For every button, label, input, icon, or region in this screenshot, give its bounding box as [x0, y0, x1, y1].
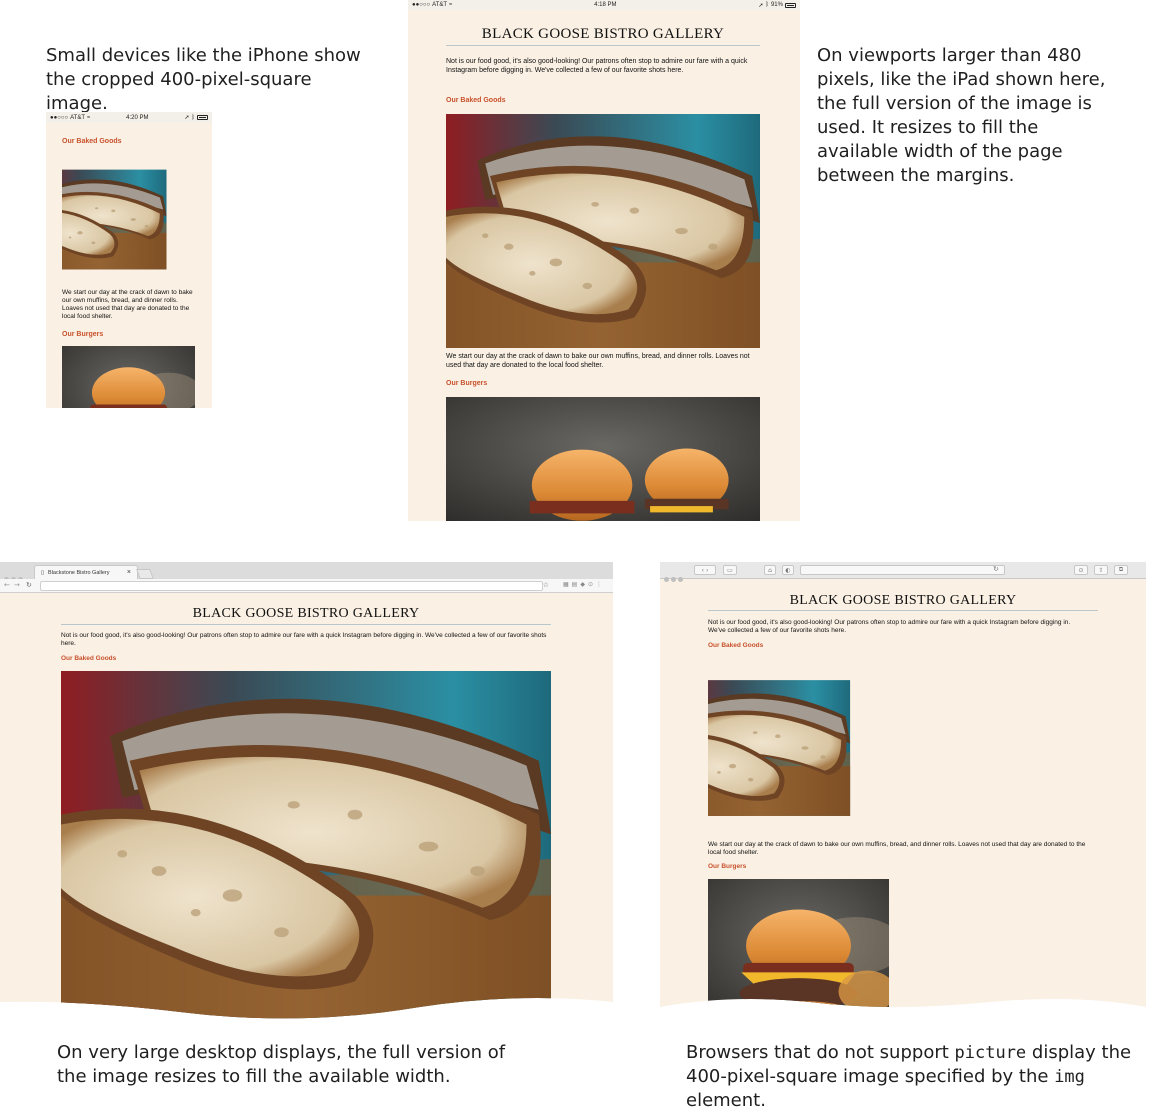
new-tab-button[interactable]: [136, 569, 154, 579]
star-icon[interactable]: ☆: [543, 581, 549, 589]
battery-icon: [784, 2, 796, 8]
fallback-page-title: BLACK GOOSE BISTRO GALLERY: [789, 593, 1017, 608]
img-code: img: [1054, 1067, 1085, 1087]
share-icon[interactable]: ⇧: [1094, 565, 1108, 575]
fallback-title-rule: [708, 610, 1098, 611]
iphone-baked-heading: Our Baked Goods: [62, 138, 122, 145]
fallback-caption: Browsers that do not support picture dis…: [686, 1041, 1146, 1113]
ipad-screen: ●●○○○ AT&T ≈ 4:18 PM ➚ ᛒ 91% BLACK GOOSE BIS…: [408, 0, 800, 521]
ipad-caption: On viewports larger than 480 pixels, lik…: [817, 45, 1106, 186]
reload-icon[interactable]: ↻: [26, 581, 32, 589]
iphone-status-bar: ●●○○○ AT&T ≈ 4:20 PM ➚ ᛒ: [46, 112, 212, 123]
back-icon[interactable]: ←: [4, 581, 10, 589]
ipad-page-title: BLACK GOOSE BISTRO GALLERY: [481, 26, 725, 42]
time-label: 4:18 PM: [594, 2, 617, 8]
iphone-screen: ●●○○○ AT&T ≈ 4:20 PM ➚ ᛒ Our Baked Goods We…: [46, 112, 212, 408]
battery-icon: [197, 115, 208, 120]
fallback-intro: Not is our food good, it's also good-loo…: [708, 619, 1071, 634]
fallback-burger-image: [708, 879, 889, 1022]
desktop-bread-image: [61, 671, 551, 1022]
extension-icons[interactable]: ▦▤◆⊙⋮: [563, 581, 605, 588]
fallback-caption-text-1: Browsers that do not support: [686, 1042, 955, 1063]
iphone-burger-image: [62, 346, 195, 408]
window-controls[interactable]: [664, 567, 685, 586]
desktop-title-rule: [61, 624, 551, 625]
tab-title: Blackstone Bistro Gallery: [48, 569, 110, 576]
home-icon[interactable]: ⌂: [764, 565, 776, 575]
wifi-icon: ≈: [87, 114, 91, 121]
fallback-bread-image: [708, 658, 889, 838]
browser-tab[interactable]: ▯ Blackstone Bistro Gallery ×: [34, 565, 138, 579]
picture-code: picture: [954, 1043, 1027, 1063]
ipad-baked-description: We start our day at the crack of dawn to…: [446, 353, 750, 369]
sidebar-icon[interactable]: ▭: [723, 565, 737, 575]
iphone-bread-image: [62, 153, 195, 286]
fallback-browser: ‹ › ▭ ⌂ ◐ ↻ ⊙ ⇧ ⧉ BLACK GOOSE BISTRO GAL…: [660, 562, 1146, 1022]
bluetooth-icon: ᛒ: [765, 2, 769, 8]
close-tab-icon[interactable]: ×: [127, 569, 131, 576]
chrome-tab-strip: ▯ Blackstone Bistro Gallery ×: [0, 562, 613, 579]
carrier-label: AT&T: [432, 2, 448, 8]
fallback-caption-text-3: element.: [686, 1090, 766, 1111]
bluetooth-icon: ᛒ: [191, 114, 195, 121]
forward-icon[interactable]: →: [14, 581, 20, 589]
iphone-baked-description: We start our day at the crack of dawn to…: [62, 289, 193, 320]
reload-icon[interactable]: ↻: [993, 565, 999, 573]
ipad-baked-heading: Our Baked Goods: [446, 97, 506, 104]
address-bar[interactable]: [800, 565, 1005, 575]
desktop-intro: Not is our food good, it's also good-loo…: [61, 632, 547, 647]
tabs-icon[interactable]: ⧉: [1114, 565, 1128, 575]
ipad-title-rule: [446, 45, 760, 46]
battery-percent: 91%: [770, 2, 783, 8]
fallback-burgers-heading: Our Burgers: [708, 863, 747, 870]
ipad-bread-image: [446, 114, 760, 348]
desktop-caption: On very large desktop displays, the full…: [57, 1042, 506, 1087]
iphone-caption: Small devices like the iPhone show the c…: [46, 45, 361, 114]
ipad-burgers-heading: Our Burgers: [446, 380, 488, 387]
ipad-status-bar: ●●○○○ AT&T ≈ 4:18 PM ➚ ᛒ 91%: [408, 0, 800, 10]
ipad-burger-image: [446, 397, 760, 521]
page-icon: ▯: [41, 569, 45, 576]
fallback-baked-description: We start our day at the crack of dawn to…: [708, 841, 1086, 856]
wifi-icon: ≈: [449, 2, 453, 8]
ipad-intro: Not is our food good, it's also good-loo…: [446, 58, 748, 74]
download-icon[interactable]: ⊙: [1074, 565, 1088, 575]
address-bar[interactable]: [40, 581, 543, 591]
location-icon: ➚: [758, 2, 764, 9]
desktop-baked-heading: Our Baked Goods: [61, 655, 117, 662]
back-forward-buttons[interactable]: ‹ ›: [694, 565, 716, 575]
signal-icon: ●●○○○: [412, 2, 431, 8]
time-label: 4:20 PM: [126, 114, 149, 121]
iphone-burgers-heading: Our Burgers: [62, 331, 104, 338]
location-icon: ➚: [184, 115, 190, 121]
carrier-label: AT&T: [70, 114, 86, 121]
chrome-toolbar: ← → ↻ ☆ ▦▤◆⊙⋮: [0, 579, 613, 593]
fallback-baked-heading: Our Baked Goods: [708, 642, 764, 649]
desktop-browser: ▯ Blackstone Bistro Gallery × ← → ↻ ☆ ▦▤…: [0, 562, 613, 1022]
signal-icon: ●●○○○: [50, 114, 69, 121]
safari-toolbar: ‹ › ▭ ⌂ ◐ ↻ ⊙ ⇧ ⧉: [660, 562, 1146, 579]
desktop-page-title: BLACK GOOSE BISTRO GALLERY: [192, 606, 420, 621]
shield-icon[interactable]: ◐: [782, 565, 794, 575]
